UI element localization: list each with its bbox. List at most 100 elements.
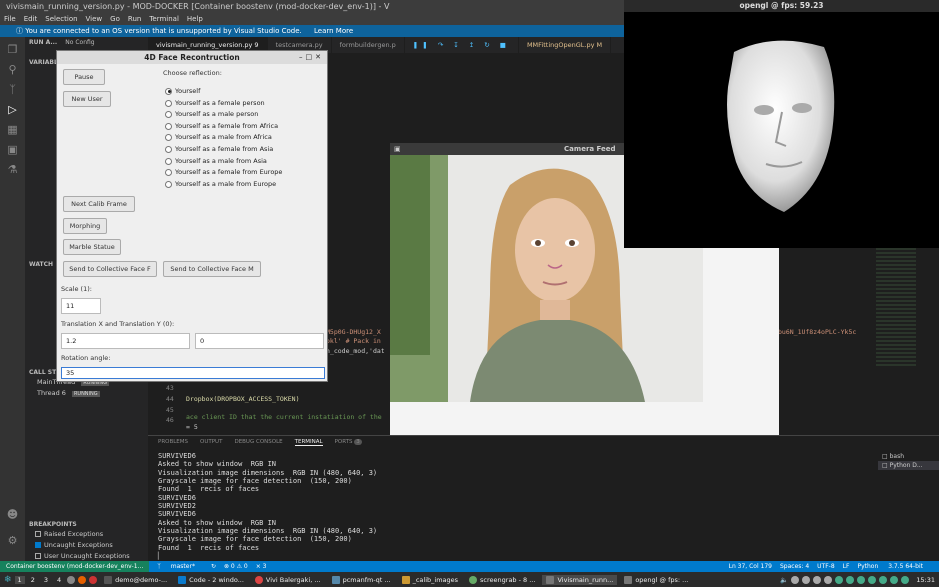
remote-indicator[interactable]: Container boostenv (mod-docker-dev_env-1… [0, 561, 150, 572]
tab-terminal[interactable]: TERMINAL [294, 439, 323, 446]
menu-run[interactable]: Run [128, 13, 141, 25]
browser-icon[interactable] [89, 575, 98, 584]
tab-output[interactable]: OUTPUT [200, 439, 222, 446]
radio-female-europe[interactable]: Yourself as a female from Europe [165, 168, 282, 176]
translation-x-input[interactable]: 1.2 [61, 333, 190, 349]
debug-toolbar[interactable]: ❚❚ ↷ ↧ ↥ ↻ ■ [405, 37, 519, 53]
marble-statue-button[interactable]: Marble Statue [63, 239, 121, 255]
workspace-3[interactable]: 3 [41, 576, 51, 584]
workspace-2[interactable]: 2 [28, 576, 38, 584]
bp-user-uncaught[interactable]: User Uncaught Exceptions [35, 552, 130, 560]
tab-ports[interactable]: PORTS 3 [335, 439, 362, 446]
radio-male-person[interactable]: Yourself as a male person [165, 110, 258, 118]
clock[interactable]: 15:31 [916, 576, 935, 584]
sync-icon[interactable]: ↻ [211, 561, 216, 572]
terminal-item-python[interactable]: □ Python D... [878, 461, 939, 470]
radio-female-asia[interactable]: Yourself as a female from Asia [165, 145, 273, 153]
search-icon[interactable]: ⚲ [6, 63, 19, 76]
explorer-icon[interactable]: ❐ [6, 43, 19, 56]
tab-debug-console[interactable]: DEBUG CONSOLE [234, 439, 282, 446]
radio-male-africa[interactable]: Yourself as a male from Africa [165, 133, 272, 141]
window-controls[interactable]: –□✕ [299, 51, 324, 64]
terminal-item-bash[interactable]: □ bash [878, 452, 939, 461]
run-debug-icon[interactable]: ▷ [6, 103, 19, 116]
bp-raised[interactable]: Raised Exceptions [35, 530, 103, 538]
tray-icon[interactable] [879, 575, 888, 584]
bp-uncaught[interactable]: Uncaught Exceptions [35, 541, 113, 549]
indentation[interactable]: Spaces: 4 [780, 561, 809, 572]
ports-count[interactable]: ⨯ 3 [256, 561, 267, 572]
tray-icon[interactable] [791, 575, 800, 584]
source-control-icon[interactable]: ᛉ [6, 83, 19, 96]
task-vscode[interactable]: Code - 2 windo... [174, 575, 248, 585]
remote-explorer-icon[interactable]: ▣ [6, 143, 19, 156]
tray-icon[interactable] [835, 575, 844, 584]
tray-icon[interactable] [824, 575, 833, 584]
problems-count[interactable]: ⊗ 0 ⚠ 0 [224, 561, 248, 572]
menu-view[interactable]: View [86, 13, 103, 25]
checkbox-checked-icon[interactable] [35, 542, 41, 548]
tray-icon[interactable] [813, 575, 822, 584]
opengl-window[interactable]: opengl @ fps: 59.23 [624, 0, 939, 248]
next-calib-frame-button[interactable]: Next Calib Frame [63, 196, 135, 212]
tray-icon[interactable] [901, 575, 910, 584]
task-vivismain[interactable]: Vivismain_runn... [542, 574, 618, 585]
account-icon[interactable]: ☻ [6, 508, 19, 521]
send-collective-face-f-button[interactable]: Send to Collective Face F [63, 261, 157, 277]
pause-button[interactable]: Pause [63, 69, 105, 85]
menu-edit[interactable]: Edit [24, 13, 38, 25]
radio-yourself[interactable]: Yourself [165, 87, 200, 95]
tray-icon[interactable] [846, 575, 855, 584]
tray-icon[interactable] [868, 575, 877, 584]
checkbox-icon[interactable] [35, 553, 41, 559]
volume-icon[interactable]: 🔈 [780, 576, 788, 584]
tray-icon[interactable] [802, 575, 811, 584]
morphing-button[interactable]: Morphing [63, 218, 107, 234]
tab-mmfitting[interactable]: MMFittingOpenGL.py M [519, 37, 612, 53]
task-chat[interactable]: Vivi Balergaki, ... [251, 575, 325, 585]
tab-formbuildergen[interactable]: formbuildergen.p [332, 37, 405, 53]
task-calib-images[interactable]: _calib_images [398, 575, 462, 585]
encoding[interactable]: UTF-8 [817, 561, 835, 572]
translation-y-input[interactable]: 0 [195, 333, 324, 349]
task-terminal[interactable]: demo@demo-... [100, 575, 171, 585]
menu-help[interactable]: Help [187, 13, 203, 25]
radio-male-asia[interactable]: Yourself as a male from Asia [165, 157, 267, 165]
menu-go[interactable]: Go [110, 13, 120, 25]
run-config-select[interactable]: No Config [65, 39, 94, 46]
new-user-button[interactable]: New User [63, 91, 111, 107]
checkbox-icon[interactable] [35, 531, 41, 537]
workspace-1[interactable]: 1 [14, 575, 25, 584]
learn-more-link[interactable]: Learn More [314, 27, 353, 35]
eol[interactable]: LF [843, 561, 850, 572]
terminal-output[interactable]: SURVIVED6 Asked to show window RGB IN Vi… [158, 452, 377, 560]
firefox-icon[interactable] [78, 575, 87, 584]
radio-male-europe[interactable]: Yourself as a male from Europe [165, 180, 276, 188]
watch-header[interactable]: WATCH [25, 259, 57, 270]
workspace-4[interactable]: 4 [54, 576, 64, 584]
rotation-input[interactable]: 35 [61, 367, 325, 379]
task-screengrab[interactable]: screengrab - 8 ... [465, 575, 539, 585]
git-branch[interactable]: ᛉ master* [157, 561, 203, 572]
gear-icon[interactable]: ⚙ [6, 534, 19, 547]
menu-selection[interactable]: Selection [45, 13, 77, 25]
menu-terminal[interactable]: Terminal [149, 13, 179, 25]
extensions-icon[interactable]: ▦ [6, 123, 19, 136]
tray-icon[interactable] [857, 575, 866, 584]
scale-input[interactable]: 11 [61, 298, 101, 314]
language-mode[interactable]: Python 3.7.5 64-bit [857, 561, 931, 572]
task-opengl[interactable]: opengl @ fps: ... [620, 575, 692, 585]
start-menu-icon[interactable]: ❄ [4, 575, 12, 585]
callstack-thread-6[interactable]: Thread 6 RUNNING [37, 389, 100, 397]
tab-problems[interactable]: PROBLEMS [158, 439, 188, 446]
menu-file[interactable]: File [4, 13, 16, 25]
task-pcmanfm[interactable]: pcmanfm-qt ... [328, 575, 395, 585]
testing-icon[interactable]: ⚗ [6, 163, 19, 176]
radio-female-person[interactable]: Yourself as a female person [165, 99, 265, 107]
launcher-icon[interactable] [67, 575, 76, 584]
tray-icon[interactable] [890, 575, 899, 584]
send-collective-face-m-button[interactable]: Send to Collective Face M [163, 261, 261, 277]
cursor-position[interactable]: Ln 37, Col 179 [729, 561, 772, 572]
minimap[interactable] [876, 248, 916, 368]
breakpoints-header[interactable]: BREAKPOINTS [25, 519, 81, 530]
